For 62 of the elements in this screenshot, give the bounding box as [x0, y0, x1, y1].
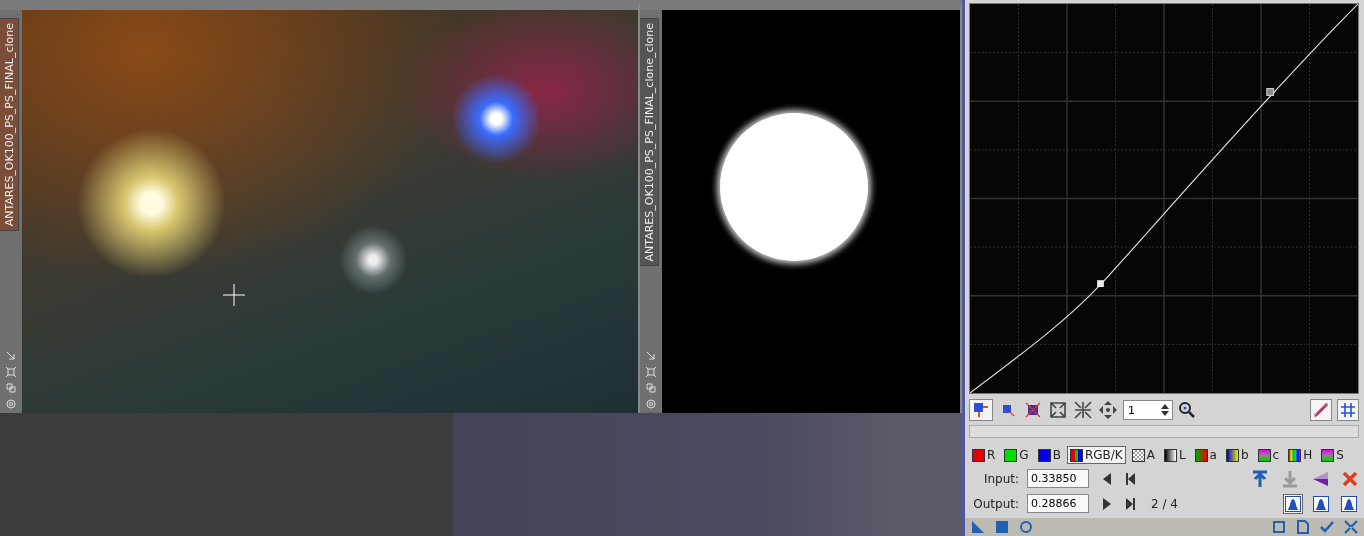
last-point-icon[interactable] [1126, 497, 1135, 510]
channel-toggle[interactable]: R [969, 446, 999, 464]
channel-swatch [1131, 448, 1145, 462]
pan-icon[interactable] [1098, 400, 1118, 420]
shrink-arrow-icon[interactable] [646, 351, 656, 361]
image-tab[interactable]: ANTARES_OK100_PS_PS_FINAL_clone_clone [640, 18, 659, 267]
interpolation-mode-button[interactable] [1283, 493, 1303, 514]
channel-toggle[interactable]: L [1160, 446, 1189, 464]
output-field[interactable]: 0.28866 [1027, 494, 1089, 513]
previous-point-icon[interactable] [1103, 472, 1112, 485]
target-icon[interactable] [646, 399, 656, 409]
channel-toggle[interactable]: c [1254, 446, 1283, 464]
fit-frame-icon[interactable] [646, 367, 656, 377]
document-icon[interactable] [1296, 520, 1310, 534]
upload-arrow-icon[interactable] [1251, 469, 1269, 488]
channel-toggle[interactable]: H [1285, 446, 1316, 464]
point-counter: 2 / 4 [1151, 496, 1178, 511]
magnifier-icon[interactable] [1178, 401, 1196, 419]
channel-toggle[interactable]: G [1001, 446, 1032, 464]
image-tab[interactable]: ANTARES_OK100_PS_PS_FINAL_clone [0, 18, 19, 232]
channel-toggle[interactable]: A [1128, 446, 1158, 464]
channel-toggle[interactable]: B [1034, 446, 1064, 464]
channel-swatch [1321, 448, 1335, 462]
channel-swatch [1194, 448, 1208, 462]
target-icon[interactable] [6, 399, 16, 409]
delete-point-icon[interactable] [1023, 400, 1043, 420]
input-label: Input: [982, 471, 1019, 486]
channel-toggle[interactable]: RGB/K [1066, 446, 1126, 464]
clone-window-icon[interactable] [6, 383, 16, 393]
channel-toggle[interactable]: a [1191, 446, 1220, 464]
close-icon[interactable] [1341, 469, 1359, 488]
next-point-icon[interactable] [1103, 497, 1112, 510]
interpolation-mode-button[interactable] [1339, 493, 1359, 514]
apply-global-icon[interactable] [995, 520, 1009, 534]
crosshair-cursor-icon [223, 284, 245, 306]
channel-swatch [1163, 448, 1177, 462]
zoom-spinbox[interactable]: 1 [1123, 400, 1173, 420]
interpolation-mode-button[interactable] [1311, 493, 1331, 514]
channel-swatch [1225, 448, 1239, 462]
checkmark-icon[interactable] [1320, 520, 1334, 534]
fit-frame-icon[interactable] [6, 367, 16, 377]
channel-swatch [1257, 448, 1271, 462]
clone-window-icon[interactable] [646, 383, 656, 393]
spin-down-icon[interactable] [1161, 411, 1169, 416]
square-outline-icon[interactable] [1272, 520, 1286, 534]
grid-icon[interactable] [1337, 399, 1359, 421]
channel-toggle[interactable]: b [1222, 446, 1252, 464]
curve-pencil-icon[interactable] [1310, 399, 1332, 421]
channel-swatch [1288, 448, 1302, 462]
spin-up-icon[interactable] [1161, 404, 1169, 409]
real-time-preview-icon[interactable] [1019, 520, 1033, 534]
new-instance-icon[interactable] [971, 520, 985, 534]
zoom-in-arrows-icon[interactable] [1048, 400, 1068, 420]
shrink-arrow-icon[interactable] [6, 351, 16, 361]
reverse-icon[interactable] [1311, 469, 1329, 488]
output-label: Output: [972, 496, 1019, 511]
channel-toggle[interactable]: S [1318, 446, 1347, 464]
input-field[interactable]: 0.33850 [1027, 469, 1089, 488]
first-point-icon[interactable] [1126, 472, 1135, 485]
collapse-arrows-icon[interactable] [1344, 520, 1358, 534]
zoom-out-arrows-icon[interactable] [1073, 400, 1093, 420]
edit-point-icon[interactable] [969, 399, 993, 421]
